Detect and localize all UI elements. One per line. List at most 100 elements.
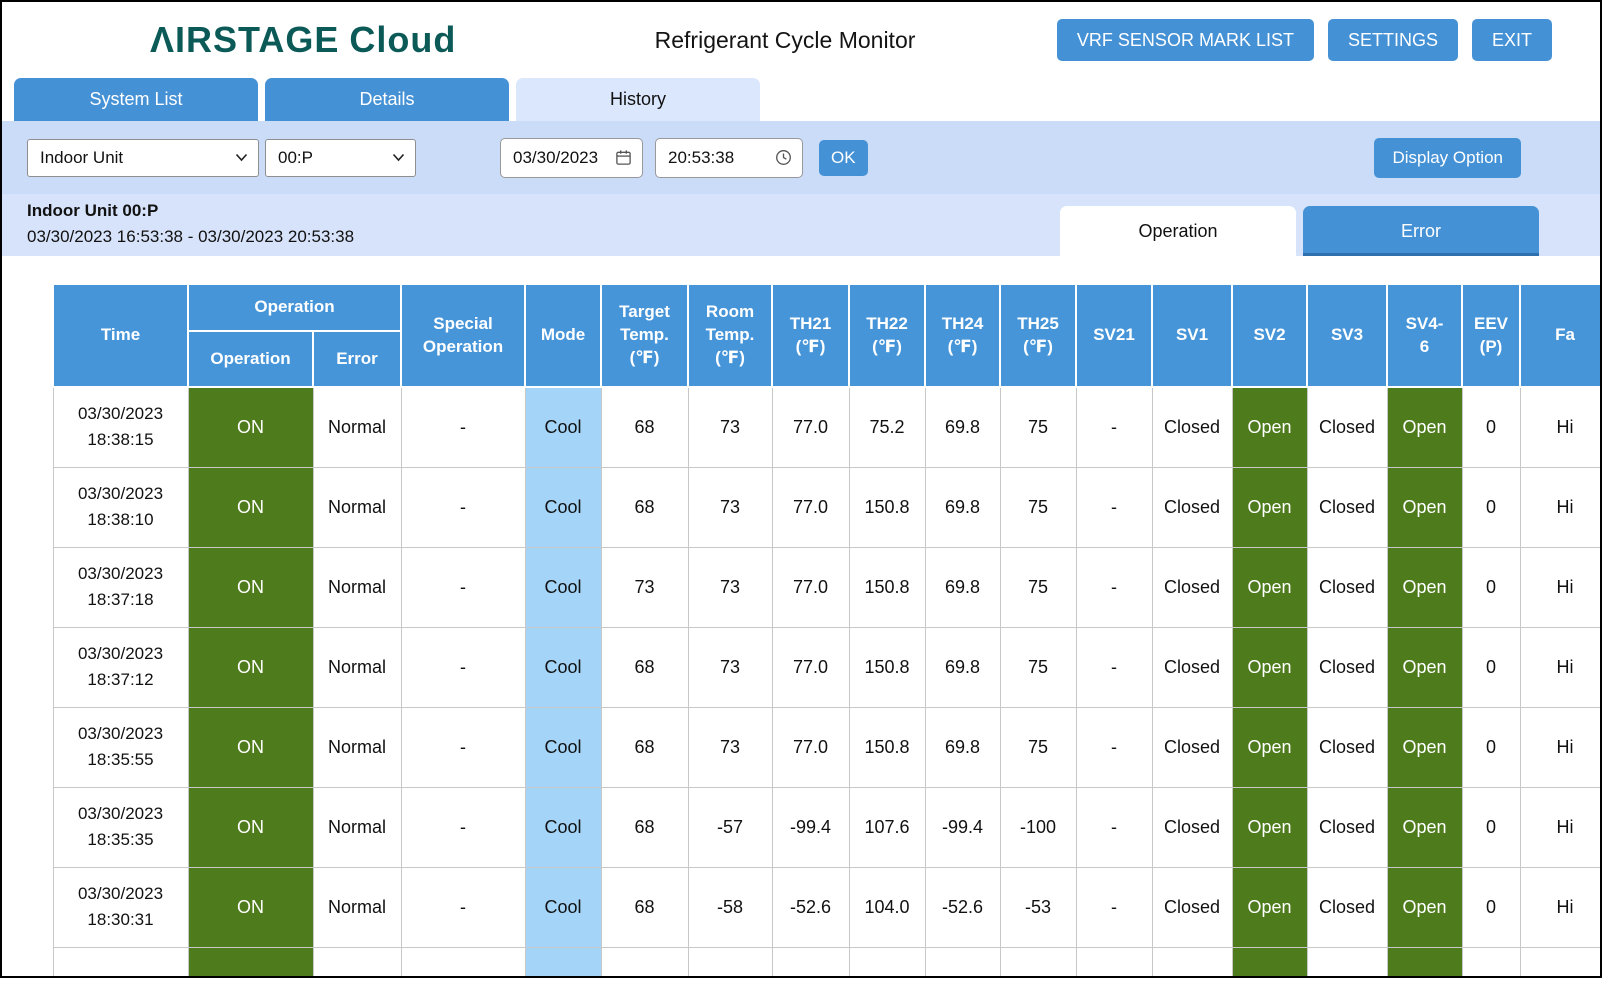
cell-th25: 75 — [1000, 467, 1076, 547]
cell-target-temp: 73 — [601, 547, 688, 627]
calendar-icon[interactable] — [615, 149, 632, 166]
cell-operation: ON — [188, 947, 313, 976]
cell-sv4-6: Open — [1387, 707, 1462, 787]
cell-error — [313, 947, 401, 976]
cell-error: Normal — [313, 387, 401, 467]
col-header-operation: Operation — [188, 331, 313, 387]
history-table: Time Operation Special Operation Mode Ta… — [52, 283, 1600, 976]
col-header-room-temp: Room Temp. (℉) — [688, 284, 772, 387]
cell-sv3 — [1307, 947, 1387, 976]
cell-sv21: - — [1076, 627, 1152, 707]
cell-fan: Hi — [1520, 627, 1600, 707]
cell-target-temp: 68 — [601, 387, 688, 467]
unit-address-select[interactable]: 00:P — [265, 139, 416, 177]
cell-fan: Hi — [1520, 547, 1600, 627]
cell-sv1: Closed — [1152, 707, 1232, 787]
col-header-sv2: SV2 — [1232, 284, 1307, 387]
cell-th24: 69.8 — [925, 707, 1000, 787]
cell-th22: 75.2 — [849, 387, 925, 467]
cell-eev: 0 — [1462, 867, 1520, 947]
cell-room-temp: 73 — [688, 547, 772, 627]
cell-error: Normal — [313, 867, 401, 947]
cell-special-operation: - — [401, 707, 525, 787]
cell-fan: Hi — [1520, 787, 1600, 867]
cell-target-temp: 68 — [601, 787, 688, 867]
vrf-sensor-mark-list-button[interactable]: VRF SENSOR MARK LIST — [1057, 19, 1314, 61]
chevron-down-icon — [392, 153, 405, 162]
cell-th21: -99.4 — [772, 787, 849, 867]
cell-time: 03/30/2023 18:35:55 — [53, 707, 188, 787]
cell-sv3: Closed — [1307, 867, 1387, 947]
cell-sv21: - — [1076, 787, 1152, 867]
cell-sv1: Closed — [1152, 387, 1232, 467]
cell-time: 03/30/2023 18:38:15 — [53, 387, 188, 467]
tab-details[interactable]: Details — [265, 78, 509, 121]
col-header-mode: Mode — [525, 284, 601, 387]
cell-error: Normal — [313, 787, 401, 867]
col-header-eev: EEV (P) — [1462, 284, 1520, 387]
cell-sv4-6: Open — [1387, 627, 1462, 707]
cell-special-operation: - — [401, 627, 525, 707]
cell-room-temp: 73 — [688, 627, 772, 707]
exit-button[interactable]: EXIT — [1472, 19, 1552, 61]
unit-type-select[interactable]: Indoor Unit — [27, 139, 259, 177]
cell-eev: 0 — [1462, 547, 1520, 627]
cell-th21: 77.0 — [772, 547, 849, 627]
chevron-down-icon — [235, 153, 248, 162]
cell-time: 03/30/2023 18:37:18 — [53, 547, 188, 627]
subtab-error[interactable]: Error — [1303, 206, 1539, 256]
subtab-operation[interactable]: Operation — [1060, 206, 1296, 256]
cell-th22: 107.6 — [849, 787, 925, 867]
cell-operation: ON — [188, 707, 313, 787]
cell-sv2: Open — [1232, 627, 1307, 707]
cell-mode: Cool — [525, 627, 601, 707]
tab-history[interactable]: History — [516, 78, 760, 121]
cell-special-operation: - — [401, 387, 525, 467]
cell-special-operation: - — [401, 867, 525, 947]
cell-th22: 104.0 — [849, 867, 925, 947]
info-strip: Indoor Unit 00:P 03/30/2023 16:53:38 - 0… — [2, 194, 1600, 256]
logo-brand-text: ΛIRSTAGE — [150, 19, 339, 60]
cell-sv2: Open — [1232, 947, 1307, 976]
cell-th22: 150.8 — [849, 627, 925, 707]
date-input[interactable]: 03/30/2023 — [500, 138, 643, 178]
cell-special-operation: - — [401, 467, 525, 547]
table-row: ONCoolOpenOpen — [53, 947, 1600, 976]
cell-sv3: Closed — [1307, 787, 1387, 867]
cell-room-temp: -57 — [688, 787, 772, 867]
refrigerant-cycle-monitor-app: ΛIRSTAGECloud Refrigerant Cycle Monitor … — [0, 0, 1602, 978]
settings-button[interactable]: SETTINGS — [1328, 19, 1458, 61]
tab-system-list[interactable]: System List — [14, 78, 258, 121]
display-option-button[interactable]: Display Option — [1374, 138, 1521, 178]
ok-button[interactable]: OK — [819, 140, 868, 176]
cell-th24: 69.8 — [925, 627, 1000, 707]
cell-sv3: Closed — [1307, 627, 1387, 707]
col-header-sv4-6: SV4-6 — [1387, 284, 1462, 387]
col-header-target-temp: Target Temp. (℉) — [601, 284, 688, 387]
cell-time: 03/30/2023 18:35:35 — [53, 787, 188, 867]
cell-special-operation: - — [401, 787, 525, 867]
table-row: 03/30/2023 18:38:15ONNormal-Cool687377.0… — [53, 387, 1600, 467]
cell-error: Normal — [313, 547, 401, 627]
cell-time: 03/30/2023 18:38:10 — [53, 467, 188, 547]
col-header-th21: TH21 (℉) — [772, 284, 849, 387]
time-input[interactable]: 20:53:38 — [655, 138, 803, 178]
table-row: 03/30/2023 18:38:10ONNormal-Cool687377.0… — [53, 467, 1600, 547]
cell-target-temp: 68 — [601, 707, 688, 787]
col-header-sv3: SV3 — [1307, 284, 1387, 387]
clock-icon[interactable] — [775, 149, 792, 166]
cell-error: Normal — [313, 467, 401, 547]
cell-mode: Cool — [525, 387, 601, 467]
cell-th24: 69.8 — [925, 387, 1000, 467]
table-row: 03/30/2023 18:35:55ONNormal-Cool687377.0… — [53, 707, 1600, 787]
table-row: 03/30/2023 18:35:35ONNormal-Cool68-57-99… — [53, 787, 1600, 867]
unit-address-value: 00:P — [278, 148, 313, 168]
cell-sv4-6: Open — [1387, 867, 1462, 947]
cell-mode: Cool — [525, 547, 601, 627]
cell-th24: 69.8 — [925, 547, 1000, 627]
cell-room-temp: 73 — [688, 467, 772, 547]
cell-fan — [1520, 947, 1600, 976]
cell-mode: Cool — [525, 707, 601, 787]
cell-th21: 77.0 — [772, 627, 849, 707]
cell-operation: ON — [188, 467, 313, 547]
